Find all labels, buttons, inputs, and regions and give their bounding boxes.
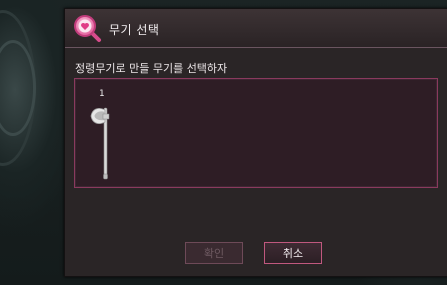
battle-axe-icon: [90, 107, 110, 180]
cancel-button[interactable]: 취소: [264, 242, 322, 264]
item-slot-panel: 1: [74, 78, 438, 188]
weapon-select-dialog: 무기 선택 정령무기로 만들 무기를 선택하자 1 확인 취소: [64, 8, 447, 277]
instruction-text: 정령무기로 만들 무기를 선택하자: [75, 62, 228, 75]
dialog-title: 무기 선택: [109, 23, 160, 37]
item-count: 1: [99, 89, 105, 99]
confirm-button[interactable]: 확인: [185, 242, 243, 264]
weapon-item-slot[interactable]: 1: [89, 89, 115, 181]
magnifier-heart-icon: [74, 15, 101, 42]
dialog-titlebar[interactable]: 무기 선택: [65, 9, 447, 48]
